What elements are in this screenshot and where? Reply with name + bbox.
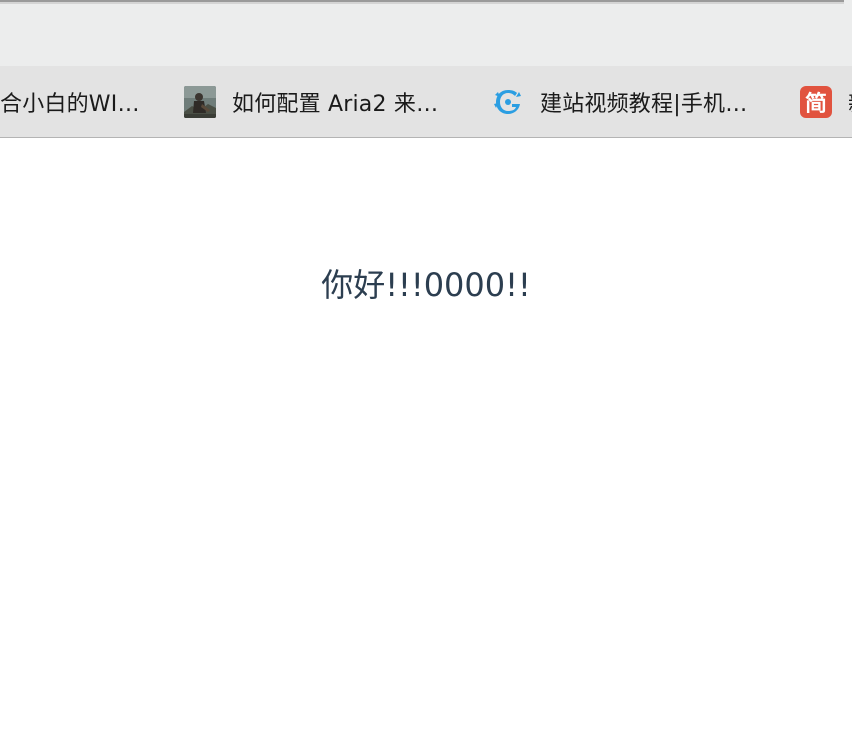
bookmark-label: 如何配置 Aria2 来… bbox=[232, 91, 439, 117]
bookmark-label: 建站视频教程|手机… bbox=[540, 91, 748, 117]
address-bar-shadow bbox=[0, 2, 844, 4]
jianshu-icon: 简 bbox=[800, 85, 832, 118]
blue-dragon-logo-icon bbox=[492, 86, 524, 118]
bookmark-label: 合小白的WI… bbox=[0, 91, 140, 117]
bookmarks-bar: 合小白的WI… 如何配置 Aria2 来… 建站视频教程|手机… 简 bbox=[0, 66, 852, 138]
browser-toolbar bbox=[0, 0, 852, 66]
bookmark-item-aria2[interactable]: 如何配置 Aria2 来… bbox=[184, 66, 438, 137]
page-heading: 你好!!!0000!! bbox=[321, 266, 531, 304]
photo-thumbnail-icon bbox=[184, 85, 216, 118]
bookmark-item-wiki[interactable]: 合小白的WI… bbox=[0, 66, 140, 137]
bookmark-item-site-tutorial[interactable]: 建站视频教程|手机… bbox=[492, 66, 747, 137]
bookmark-item-jianshu[interactable]: 简 新 bbox=[800, 66, 852, 137]
bookmark-label: 新 bbox=[848, 86, 852, 118]
page-content: 你好!!!0000!! bbox=[0, 138, 852, 752]
